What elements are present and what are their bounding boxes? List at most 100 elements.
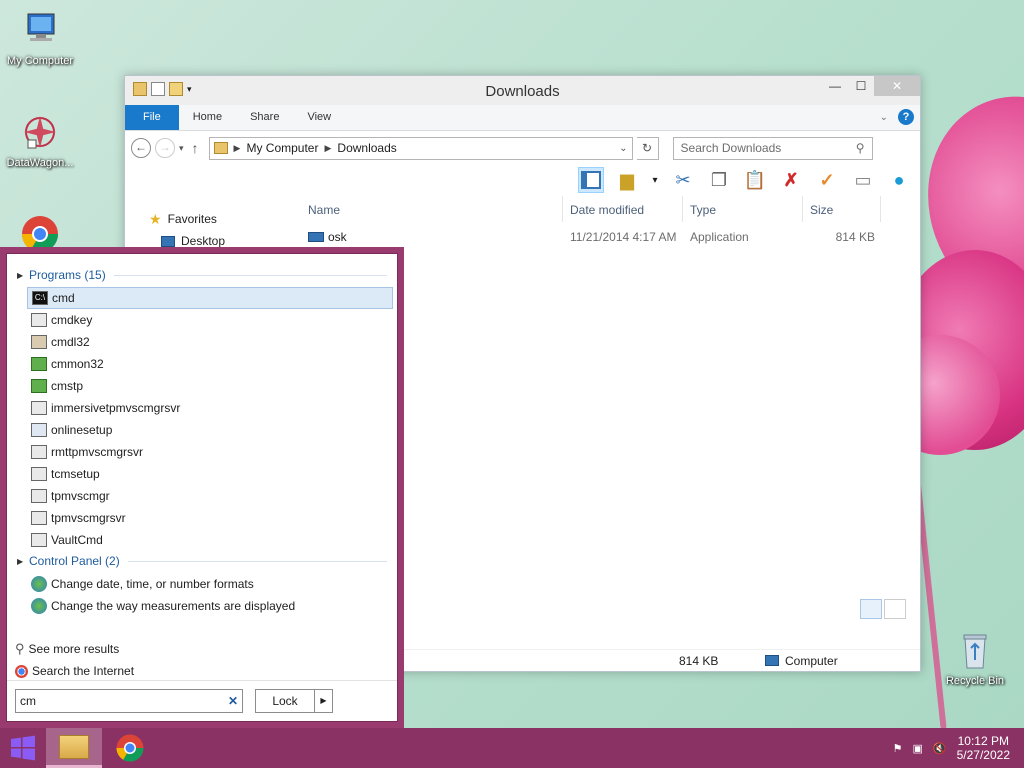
- network-icon[interactable]: ▣: [913, 742, 923, 755]
- back-button[interactable]: ←: [131, 138, 151, 158]
- program-item[interactable]: onlinesetup: [27, 419, 393, 441]
- tab-file[interactable]: File: [125, 105, 179, 130]
- file-row[interactable]: osk 11/21/2014 4:17 AM Application 814 K…: [301, 226, 882, 248]
- file-type: Application: [690, 230, 749, 244]
- program-icon: [31, 379, 47, 393]
- desktop-icon-label: DataWagon...: [6, 157, 74, 169]
- tab-home[interactable]: Home: [179, 105, 236, 130]
- program-item[interactable]: tpmvscmgr: [27, 485, 393, 507]
- program-item[interactable]: cmdkey: [27, 309, 393, 331]
- cut-icon[interactable]: ✂: [670, 167, 696, 193]
- window-title: Downloads: [485, 83, 560, 100]
- program-icon: [31, 357, 47, 371]
- program-icon: [31, 423, 47, 437]
- nav-favorites[interactable]: ★ Favorites: [125, 208, 295, 230]
- group-label: Programs (15): [29, 268, 106, 282]
- column-date-modified[interactable]: Date modified: [563, 196, 683, 222]
- group-control-panel[interactable]: ▶ Control Panel (2): [17, 552, 387, 570]
- program-icon: [31, 533, 47, 547]
- copy-icon[interactable]: ❐: [706, 167, 732, 193]
- desktop-icon: [161, 235, 175, 247]
- search-internet-link[interactable]: Search the Internet: [11, 660, 377, 682]
- details-view-icon[interactable]: [860, 599, 882, 619]
- delete-icon[interactable]: ✗: [778, 167, 804, 193]
- minimize-button[interactable]: —: [822, 76, 848, 96]
- forward-button[interactable]: →: [155, 138, 175, 158]
- program-icon: [31, 313, 47, 327]
- chevron-right-icon[interactable]: ▶: [314, 690, 332, 712]
- group-programs[interactable]: ▶ Programs (15): [17, 266, 387, 284]
- program-item[interactable]: tcmsetup: [27, 463, 393, 485]
- chevron-down-icon[interactable]: ⌄: [619, 143, 627, 154]
- chrome-icon: [15, 664, 28, 678]
- program-item[interactable]: rmttpmvscmgrsvr: [27, 441, 393, 463]
- desktop-icon-label: Recycle Bin: [945, 675, 1005, 687]
- desktop-icon-my-computer[interactable]: My Computer: [0, 10, 80, 67]
- program-item[interactable]: C:\ cmd: [27, 287, 393, 309]
- maximize-button[interactable]: ☐: [848, 76, 874, 96]
- breadcrumb-downloads[interactable]: Downloads: [337, 141, 396, 155]
- program-icon: [31, 401, 47, 415]
- search-input[interactable]: Search Downloads ⚲: [672, 136, 873, 160]
- folder-icon: [59, 734, 89, 759]
- preview-pane-icon[interactable]: [578, 167, 604, 193]
- close-button[interactable]: ✕: [874, 76, 920, 96]
- program-item[interactable]: cmmon32: [27, 353, 393, 375]
- program-label: rmttpmvscmgrsvr: [51, 445, 143, 459]
- program-item[interactable]: cmstp: [27, 375, 393, 397]
- program-label: tpmvscmgr: [51, 489, 110, 503]
- shell-icon[interactable]: ●: [886, 167, 912, 193]
- command-prompt-icon: C:\: [32, 291, 48, 305]
- desktop-icon-label: My Computer: [6, 55, 74, 67]
- column-type[interactable]: Type: [683, 196, 803, 222]
- navigation-bar: ← → ▾ ↑ ▶ My Computer ▶ Downloads ⌄ ↻ Se…: [125, 131, 920, 165]
- clear-icon[interactable]: ✕: [228, 694, 238, 708]
- control-panel-item[interactable]: Change date, time, or number formats: [27, 573, 393, 595]
- help-icon[interactable]: ?: [898, 109, 914, 125]
- breadcrumb-my-computer[interactable]: My Computer: [246, 141, 318, 155]
- volume-muted-icon[interactable]: 🔇: [933, 742, 947, 755]
- expand-ribbon-icon[interactable]: ⌄: [880, 112, 888, 123]
- desktop-icon-recycle-bin[interactable]: Recycle Bin: [935, 630, 1015, 687]
- folder-options-icon[interactable]: ▆: [614, 167, 640, 193]
- chevron-down-icon[interactable]: ▾: [650, 167, 660, 193]
- action-center-flag-icon[interactable]: ⚑: [893, 742, 903, 755]
- paste-icon[interactable]: 📋: [742, 167, 768, 193]
- column-size[interactable]: Size: [803, 196, 881, 222]
- rename-icon[interactable]: ▭: [850, 167, 876, 193]
- item-label: Change the way measurements are displaye…: [51, 599, 296, 613]
- address-bar[interactable]: ▶ My Computer ▶ Downloads ⌄: [208, 136, 633, 160]
- computer-icon: [765, 655, 779, 666]
- large-icons-view-icon[interactable]: [884, 599, 906, 619]
- desktop-icon-datawagon[interactable]: DataWagon...: [0, 112, 80, 169]
- tab-view[interactable]: View: [293, 105, 345, 130]
- control-panel-item[interactable]: Change the way measurements are displaye…: [27, 595, 393, 617]
- program-item[interactable]: tpmvscmgrsvr: [27, 507, 393, 529]
- search-query: cm: [20, 694, 36, 708]
- column-headers: Name Date modified Type Size: [301, 196, 882, 222]
- recent-locations-icon[interactable]: ▾: [179, 143, 184, 154]
- title-bar[interactable]: ▾ Downloads — ☐ ✕: [125, 76, 920, 105]
- taskbar-chrome[interactable]: [102, 728, 158, 768]
- item-label: Change date, time, or number formats: [51, 577, 254, 591]
- breadcrumb-separator-icon: ▶: [324, 142, 332, 153]
- start-search-input[interactable]: cm ✕: [15, 689, 243, 713]
- lock-button[interactable]: Lock ▶: [255, 689, 333, 713]
- breadcrumb-separator-icon: ▶: [233, 142, 241, 153]
- expand-arrow-icon: ▶: [17, 556, 24, 566]
- taskbar-file-explorer[interactable]: [46, 728, 102, 768]
- program-item[interactable]: immersivetpmvscmgrsvr: [27, 397, 393, 419]
- start-button[interactable]: [0, 728, 46, 768]
- tab-share[interactable]: Share: [236, 105, 293, 130]
- nav-label: Favorites: [167, 212, 217, 226]
- check-icon[interactable]: ✓: [814, 167, 840, 193]
- taskbar: ⚑ ▣ 🔇 10:12 PM 5/27/2022: [0, 728, 1024, 768]
- refresh-button[interactable]: ↻: [636, 136, 659, 160]
- program-item[interactable]: VaultCmd: [27, 529, 393, 551]
- column-name[interactable]: Name: [301, 196, 563, 222]
- clock-date: 5/27/2022: [956, 748, 1010, 762]
- program-item[interactable]: cmdl32: [27, 331, 393, 353]
- up-arrow-icon[interactable]: ↑: [192, 140, 199, 156]
- see-more-results-link[interactable]: ⚲ See more results: [11, 638, 377, 660]
- clock[interactable]: 10:12 PM 5/27/2022: [957, 734, 1010, 762]
